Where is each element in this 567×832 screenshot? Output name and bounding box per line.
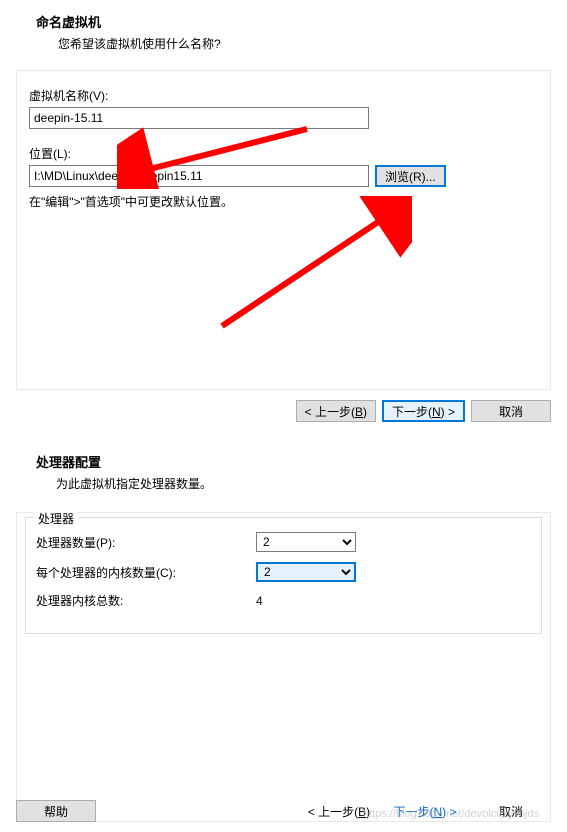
vm-location-input[interactable] bbox=[29, 165, 369, 187]
total-cores-label: 处理器内核总数: bbox=[36, 592, 256, 609]
next-button[interactable]: 下一步(N) > bbox=[382, 400, 465, 422]
processor-group: 处理器 处理器数量(P): 2 每个处理器的内核数量(C): 2 处理器内核总数… bbox=[25, 517, 542, 634]
vm-name-label: 虚拟机名称(V): bbox=[29, 87, 538, 104]
name-vm-panel: 虚拟机名称(V): 位置(L): 浏览(R)... 在"编辑">"首选项"中可更… bbox=[16, 70, 551, 390]
cores-per-proc-label: 每个处理器的内核数量(C): bbox=[36, 564, 256, 581]
vm-location-label: 位置(L): bbox=[29, 145, 538, 162]
total-cores-value: 4 bbox=[256, 594, 263, 608]
processor-group-label: 处理器 bbox=[34, 510, 78, 527]
proc-count-select[interactable]: 2 bbox=[256, 532, 356, 552]
cores-per-proc-select[interactable]: 2 bbox=[256, 562, 356, 582]
cancel-button[interactable]: 取消 bbox=[471, 400, 551, 422]
dialog-title: 命名虚拟机 bbox=[18, 12, 549, 31]
dialog-subtitle: 为此虚拟机指定处理器数量。 bbox=[0, 475, 567, 492]
vm-name-input[interactable] bbox=[29, 107, 369, 129]
watermark-text: https://blog.csdn.net/devolcqzyxnjds bbox=[363, 808, 539, 820]
back-button[interactable]: < 上一步(B) bbox=[296, 400, 376, 422]
browse-button[interactable]: 浏览(R)... bbox=[375, 165, 446, 187]
processor-panel: 处理器 处理器数量(P): 2 每个处理器的内核数量(C): 2 处理器内核总数… bbox=[16, 512, 551, 822]
wizard-button-row: < 上一步(B) 下一步(N) > 取消 bbox=[16, 400, 551, 422]
proc-count-label: 处理器数量(P): bbox=[36, 534, 256, 551]
annotation-arrow-icon bbox=[192, 196, 412, 336]
dialog-title: 处理器配置 bbox=[0, 452, 567, 471]
location-hint: 在"编辑">"首选项"中可更改默认位置。 bbox=[29, 193, 538, 210]
dialog-subtitle: 您希望该虚拟机使用什么名称? bbox=[18, 35, 549, 52]
help-button[interactable]: 帮助 bbox=[16, 800, 96, 822]
